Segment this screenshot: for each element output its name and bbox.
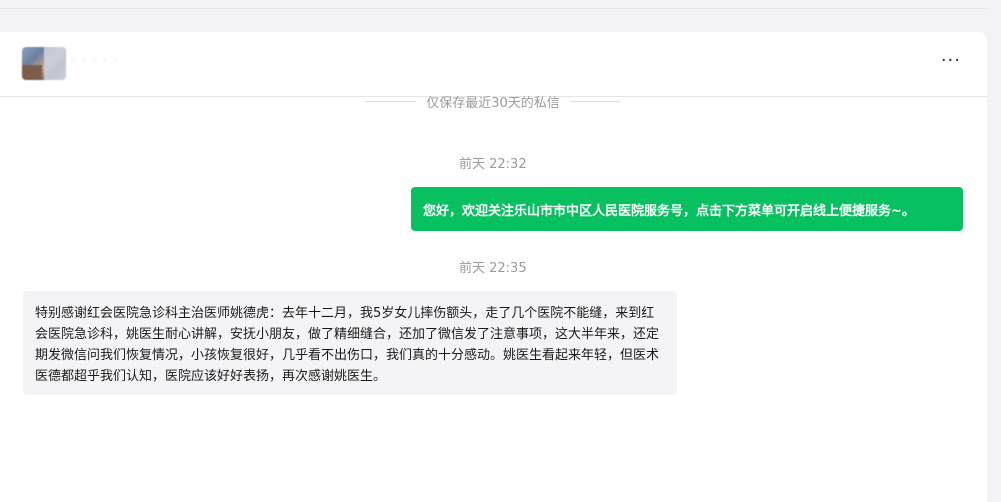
avatar-shape — [44, 47, 66, 80]
more-options-icon[interactable]: ··· — [941, 50, 961, 71]
top-divider — [0, 0, 987, 9]
retention-notice: 仅保存最近30天的私信 — [366, 92, 621, 111]
outgoing-message-bubble[interactable]: 您好，欢迎关注乐山市市中区人民医院服务号，点击下方菜单可开启线上便捷服务~。 — [411, 187, 963, 231]
contact-avatar[interactable] — [22, 47, 66, 80]
message-timestamp: 前天 22:35 — [459, 261, 527, 276]
message-timestamp: 前天 22:32 — [459, 157, 527, 172]
notice-divider-left — [366, 100, 417, 102]
avatar-shape — [22, 65, 42, 80]
chat-header: · · · · · ··· — [0, 32, 987, 97]
notice-text: 仅保存最近30天的私信 — [426, 95, 560, 111]
notice-divider-right — [569, 100, 621, 102]
incoming-message-bubble[interactable]: 特别感谢红会医院急诊科主治医师姚德虎：去年十二月，我5岁女儿摔伤额头，走了几个医… — [23, 291, 677, 395]
contact-name[interactable]: · · · · · — [72, 56, 119, 67]
